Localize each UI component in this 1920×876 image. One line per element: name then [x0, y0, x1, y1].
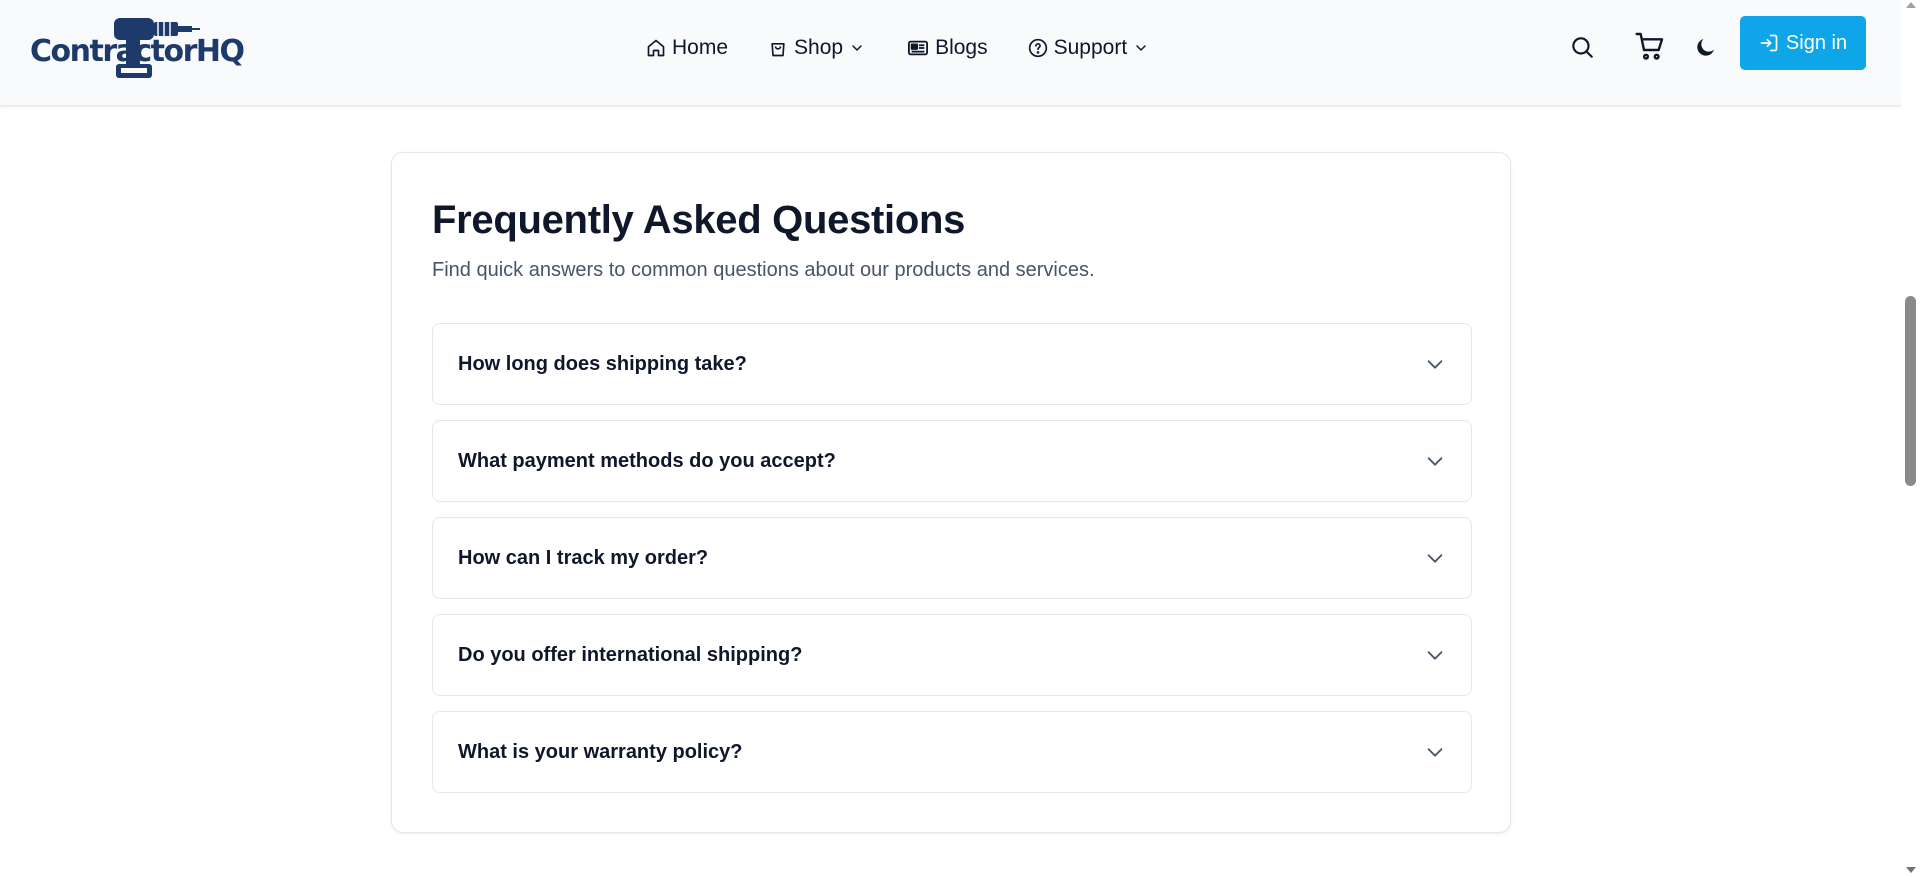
faq-list: How long does shipping take? What paymen…	[432, 323, 1472, 808]
main-nav: Home Shop Blogs Support	[646, 30, 1149, 66]
search-button[interactable]	[1562, 27, 1602, 67]
chevron-down-icon	[1427, 748, 1443, 757]
home-icon	[647, 39, 665, 57]
faq-item-shipping-time[interactable]: How long does shipping take?	[432, 323, 1472, 405]
scroll-down-arrow-icon[interactable]	[1906, 867, 1916, 873]
chevron-down-icon	[852, 45, 862, 51]
faq-question: What is your warranty policy?	[458, 740, 743, 763]
login-icon	[1760, 34, 1778, 52]
faq-question: What payment methods do you accept?	[458, 449, 836, 472]
chevron-down-icon	[1427, 457, 1443, 466]
faq-section: Frequently Asked Questions Find quick an…	[391, 152, 1511, 833]
page-scrollbar[interactable]	[1901, 0, 1920, 876]
cart-button[interactable]	[1630, 26, 1670, 66]
sign-in-label: Sign in	[1785, 31, 1848, 54]
site-header: ContractorHQ Home Shop Blogs Support Sig…	[0, 0, 1901, 106]
nav-item-home[interactable]: Home	[646, 30, 728, 66]
chevron-down-icon	[1427, 651, 1443, 660]
scrollbar-thumb[interactable]	[1905, 296, 1916, 486]
chevron-down-icon	[1427, 360, 1443, 369]
faq-item-international-shipping[interactable]: Do you offer international shipping?	[432, 614, 1472, 696]
faq-item-track-order[interactable]: How can I track my order?	[432, 517, 1472, 599]
faq-subtitle: Find quick answers to common questions a…	[432, 259, 1095, 281]
nav-label-blogs: Blogs	[935, 36, 988, 59]
help-circle-icon	[1028, 38, 1047, 58]
faq-question: Do you offer international shipping?	[458, 643, 803, 666]
shopping-bag-icon	[771, 43, 785, 57]
chevron-down-icon	[1427, 554, 1443, 563]
faq-item-payment-methods[interactable]: What payment methods do you accept?	[432, 420, 1472, 502]
nav-item-support[interactable]: Support	[1028, 30, 1150, 66]
moon-icon	[1697, 39, 1714, 56]
cart-icon	[1635, 32, 1664, 60]
faq-question: How can I track my order?	[458, 546, 709, 569]
nav-label-home: Home	[672, 36, 729, 59]
newspaper-icon	[908, 40, 929, 56]
faq-item-warranty-policy[interactable]: What is your warranty policy?	[432, 711, 1472, 793]
nav-item-blogs[interactable]: Blogs	[907, 30, 988, 66]
nav-label-support: Support	[1053, 36, 1128, 59]
brand-logo[interactable]: ContractorHQ	[30, 12, 245, 84]
brand-name: ContractorHQ	[30, 34, 245, 69]
sign-in-button[interactable]: Sign in	[1740, 16, 1866, 70]
scroll-up-arrow-icon[interactable]	[1906, 2, 1916, 8]
nav-label-shop: Shop	[794, 36, 844, 59]
faq-title: Frequently Asked Questions	[432, 198, 966, 242]
nav-item-shop[interactable]: Shop	[768, 30, 865, 66]
search-icon	[1572, 37, 1593, 58]
chevron-down-icon	[1136, 45, 1146, 51]
theme-toggle-button[interactable]	[1686, 27, 1726, 67]
faq-question: How long does shipping take?	[458, 352, 747, 375]
